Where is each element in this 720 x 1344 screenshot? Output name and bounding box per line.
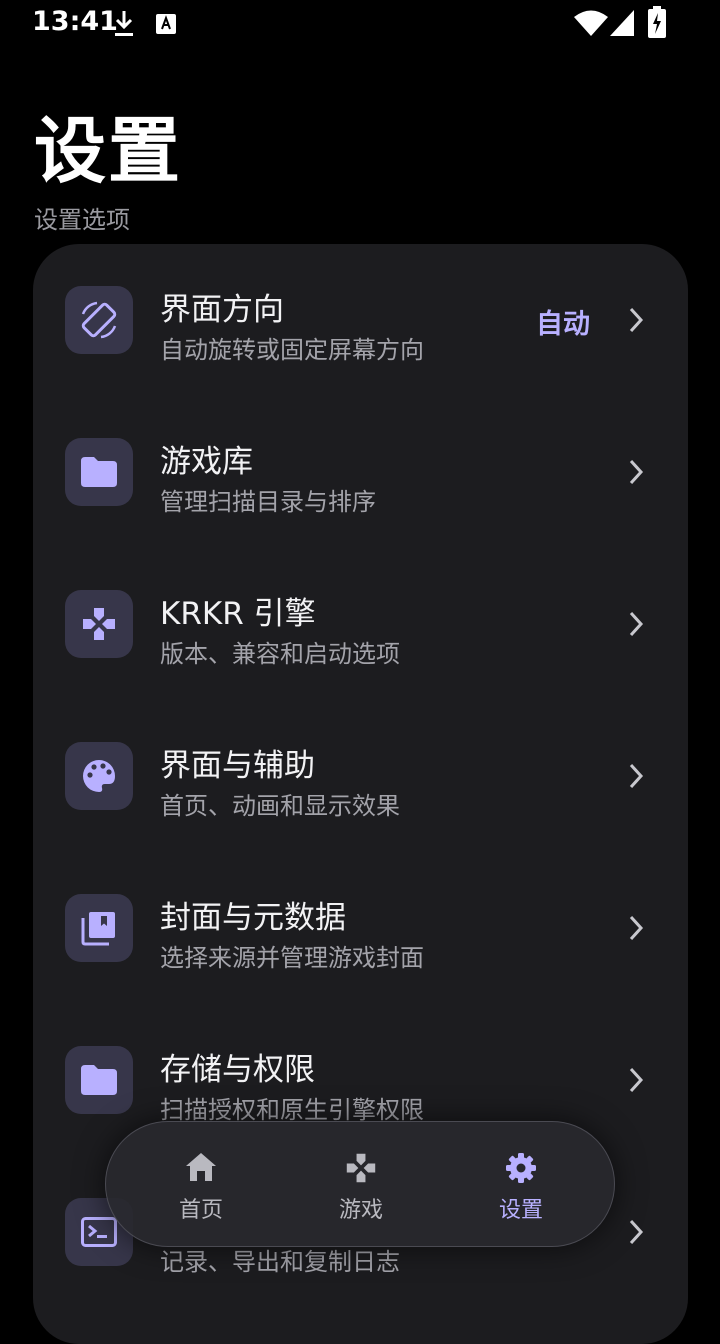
chevron-right-icon — [629, 459, 644, 485]
gear-icon — [506, 1153, 536, 1183]
row-subtitle: 选择来源并管理游戏封面 — [160, 944, 424, 972]
nav-label: 设置 — [498, 1198, 543, 1223]
folder-icon — [65, 438, 133, 506]
palette-icon — [65, 742, 133, 810]
nav-label: 游戏 — [338, 1198, 383, 1223]
library-image-icon — [65, 894, 133, 962]
screen-rotation-icon — [65, 286, 133, 354]
download-icon — [115, 11, 133, 36]
setting-row-cover-metadata[interactable]: 封面与元数据 选择来源并管理游戏封面 — [33, 852, 688, 1004]
orientation-value: 自动 — [536, 309, 590, 340]
chevron-right-icon — [629, 307, 644, 333]
nav-item-settings[interactable]: 设置 — [441, 1122, 601, 1248]
section-label: 设置选项 — [34, 206, 130, 234]
battery-charging-icon — [648, 6, 666, 38]
row-title: 封面与元数据 — [160, 900, 346, 936]
row-subtitle: 版本、兼容和启动选项 — [160, 640, 400, 668]
chevron-right-icon — [629, 1219, 644, 1245]
row-subtitle: 管理扫描目录与排序 — [160, 488, 376, 516]
signal-icon — [610, 10, 634, 36]
gamepad-icon — [346, 1153, 376, 1183]
row-title: 存储与权限 — [160, 1052, 315, 1088]
wifi-icon — [574, 10, 608, 36]
chevron-right-icon — [629, 1067, 644, 1093]
gamepad-icon — [65, 590, 133, 658]
setting-row-krkr-engine[interactable]: KRKR 引擎 版本、兼容和启动选项 — [33, 548, 688, 700]
status-time: 13:41 — [32, 6, 118, 37]
setting-row-orientation[interactable]: 界面方向 自动旋转或固定屏幕方向 自动 — [33, 244, 688, 396]
page-title: 设置 — [34, 109, 183, 193]
setting-row-game-library[interactable]: 游戏库 管理扫描目录与排序 — [33, 396, 688, 548]
row-subtitle: 首页、动画和显示效果 — [160, 792, 400, 820]
chevron-right-icon — [629, 611, 644, 637]
home-icon — [186, 1153, 216, 1181]
row-subtitle: 自动旋转或固定屏幕方向 — [160, 336, 424, 364]
row-title: 界面方向 — [160, 292, 284, 328]
row-title: 界面与辅助 — [160, 748, 315, 784]
status-bar: 13:41 — [0, 0, 720, 48]
row-title: 游戏库 — [160, 444, 253, 480]
chevron-right-icon — [629, 915, 644, 941]
nav-item-home[interactable]: 首页 — [121, 1122, 281, 1248]
bottom-navigation: 首页 游戏 设置 — [105, 1121, 615, 1247]
row-subtitle: 扫描授权和原生引擎权限 — [160, 1096, 424, 1124]
chevron-right-icon — [629, 763, 644, 789]
nav-item-games[interactable]: 游戏 — [281, 1122, 441, 1248]
nav-label: 首页 — [178, 1198, 223, 1223]
keyboard-a-icon — [156, 14, 176, 34]
row-title: KRKR 引擎 — [160, 596, 316, 632]
folder-icon — [65, 1046, 133, 1114]
setting-row-ui-accessibility[interactable]: 界面与辅助 首页、动画和显示效果 — [33, 700, 688, 852]
